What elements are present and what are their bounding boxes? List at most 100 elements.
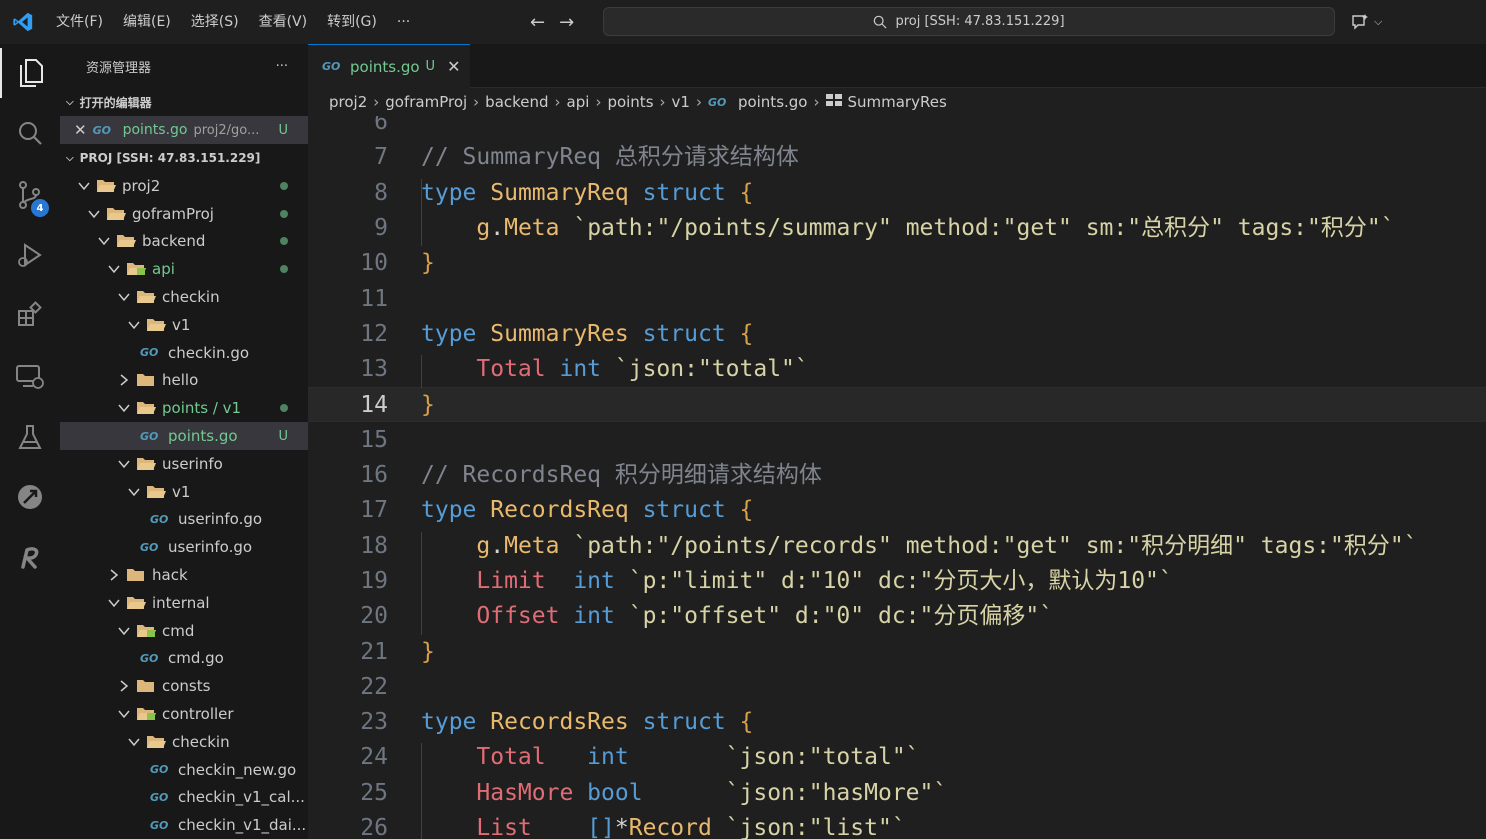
- file-item[interactable]: GO userinfo.go: [60, 533, 308, 561]
- code-token: struct: [642, 179, 740, 206]
- folder-item[interactable]: consts: [60, 672, 308, 700]
- folder-item[interactable]: points / v1: [60, 394, 308, 422]
- breadcrumb-item[interactable]: goframProj: [385, 93, 467, 111]
- file-item[interactable]: GO checkin_v1_dai...: [60, 811, 308, 839]
- workspace-label: PROJ [SSH: 47.83.151.229]: [79, 151, 261, 165]
- chevron-right-icon: ›: [473, 93, 480, 111]
- line-number: 26: [360, 815, 388, 839]
- code-token: type: [421, 497, 491, 524]
- menu-item[interactable]: ···: [387, 0, 420, 44]
- close-icon[interactable]: ✕: [447, 57, 460, 76]
- line-number: 16: [360, 462, 388, 488]
- code-token: {: [739, 179, 754, 206]
- close-icon[interactable]: ✕: [74, 121, 87, 139]
- tab-label: points.go: [350, 57, 420, 76]
- file-item[interactable]: GO checkin.go: [60, 339, 308, 367]
- code-text: g.Meta `path:"/points/summary" method:"g…: [421, 211, 1394, 246]
- extension-r-icon[interactable]: [0, 532, 60, 582]
- folder-item[interactable]: v1: [60, 478, 308, 506]
- chevron-down-icon: [106, 264, 122, 274]
- line-number: 12: [360, 320, 388, 347]
- menu-item[interactable]: 选择(S): [181, 0, 249, 44]
- line-number: 25: [360, 779, 388, 806]
- code-token: `json:"total"`: [614, 356, 809, 383]
- breadcrumb: proj2 › goframProj › backend › api › points › v1 › G…: [308, 88, 1486, 116]
- source-control-icon[interactable]: 4: [0, 170, 60, 220]
- menu-item[interactable]: 查看(V): [249, 0, 318, 44]
- menu-item[interactable]: 编辑(E): [113, 0, 181, 44]
- code-text: // RecordsReq 积分明细请求结构体: [421, 458, 822, 493]
- explorer-icon[interactable]: [0, 48, 60, 98]
- open-editor-name: points.go: [122, 122, 188, 138]
- breadcrumb-item[interactable]: points.go: [738, 93, 808, 111]
- title-bar: 文件(F) 编辑(E) 选择(S) 查看(V) 转到(G) ··· ← → proj [S…: [0, 0, 1486, 44]
- extensions-icon[interactable]: [0, 290, 60, 340]
- folder-item[interactable]: cmd: [60, 617, 308, 645]
- file-item[interactable]: GO userinfo.go: [60, 506, 308, 534]
- folder-icon: [116, 234, 136, 248]
- line-number: 13: [360, 356, 388, 383]
- folder-item[interactable]: v1: [60, 311, 308, 339]
- folder-item[interactable]: hack: [60, 561, 308, 589]
- vscode-logo-icon: [0, 0, 46, 44]
- code-token: Total: [476, 744, 588, 771]
- folder-item[interactable]: internal: [60, 589, 308, 617]
- menu-item[interactable]: 转到(G): [317, 0, 387, 44]
- open-editor-item[interactable]: ✕ GO points.go proj2/go... U: [60, 116, 308, 144]
- command-center-search[interactable]: proj [SSH: 47.83.151.229]: [603, 7, 1335, 36]
- breadcrumb-item[interactable]: points: [607, 93, 653, 111]
- menu-bar: 文件(F) 编辑(E) 选择(S) 查看(V) 转到(G) ···: [46, 0, 420, 44]
- gitlens-icon[interactable]: [0, 472, 60, 522]
- workspace-section[interactable]: ⌵ PROJ [SSH: 47.83.151.229]: [60, 144, 308, 172]
- file-item[interactable]: GO checkin_new.go: [60, 756, 308, 784]
- menu-item[interactable]: 文件(F): [46, 0, 113, 44]
- folder-item[interactable]: proj2: [60, 172, 308, 200]
- more-actions-icon[interactable]: ···: [276, 59, 288, 74]
- code-line: 22: [308, 670, 1486, 705]
- chevron-right-icon: ›: [659, 93, 666, 111]
- open-editor-path: proj2/go...: [193, 122, 260, 138]
- chevron-down-icon: [126, 487, 142, 497]
- tree-item-label: checkin.go: [168, 343, 250, 362]
- folder-item[interactable]: goframProj: [60, 200, 308, 228]
- folder-item[interactable]: checkin: [60, 728, 308, 756]
- file-item[interactable]: GO points.go U: [60, 422, 308, 450]
- folder-item[interactable]: controller: [60, 700, 308, 728]
- breadcrumb-item[interactable]: backend: [485, 93, 548, 111]
- search-icon: [874, 15, 888, 29]
- breadcrumb-item[interactable]: proj2: [329, 93, 367, 111]
- testing-icon[interactable]: [0, 412, 60, 462]
- explorer-sidebar: 资源管理器 ··· ⌵ 打开的编辑器 ✕ GO points.go proj2/…: [60, 44, 308, 839]
- code-token: *: [614, 815, 629, 839]
- folder-item[interactable]: api: [60, 255, 308, 283]
- code-token: List: [476, 815, 588, 839]
- breadcrumb-item[interactable]: api: [567, 93, 590, 111]
- folder-item[interactable]: userinfo: [60, 450, 308, 478]
- file-item[interactable]: GO checkin_v1_cal...: [60, 784, 308, 812]
- folder-icon: [126, 568, 146, 582]
- run-debug-icon[interactable]: [0, 230, 60, 280]
- copilot-menu[interactable]: ⌵: [1350, 0, 1382, 44]
- folder-item[interactable]: checkin: [60, 283, 308, 311]
- folder-icon: [146, 735, 166, 749]
- breadcrumb-item[interactable]: SummaryRes: [847, 93, 946, 111]
- go-file-icon: GO: [322, 60, 341, 73]
- open-editors-section[interactable]: ⌵ 打开的编辑器: [60, 88, 308, 116]
- modified-dot-icon: [280, 404, 288, 413]
- folder-item[interactable]: hello: [60, 367, 308, 395]
- file-item[interactable]: GO cmd.go: [60, 645, 308, 673]
- code-editor[interactable]: 6 7 // SummaryReq 总积分请求结构体 8 type SummaryReq…: [308, 116, 1486, 839]
- back-arrow-icon[interactable]: ←: [530, 12, 545, 33]
- code-token: SummaryRes: [490, 320, 643, 347]
- folder-item[interactable]: backend: [60, 228, 308, 256]
- forward-arrow-icon[interactable]: →: [559, 12, 574, 33]
- folder-icon: [136, 290, 156, 304]
- folder-icon: [126, 596, 146, 610]
- search-icon[interactable]: [0, 108, 60, 158]
- breadcrumb-item[interactable]: v1: [672, 93, 690, 111]
- tab-points-go[interactable]: GO points.go U ✕: [308, 44, 470, 88]
- code-token: }: [421, 250, 435, 277]
- remote-explorer-icon[interactable]: [0, 352, 60, 402]
